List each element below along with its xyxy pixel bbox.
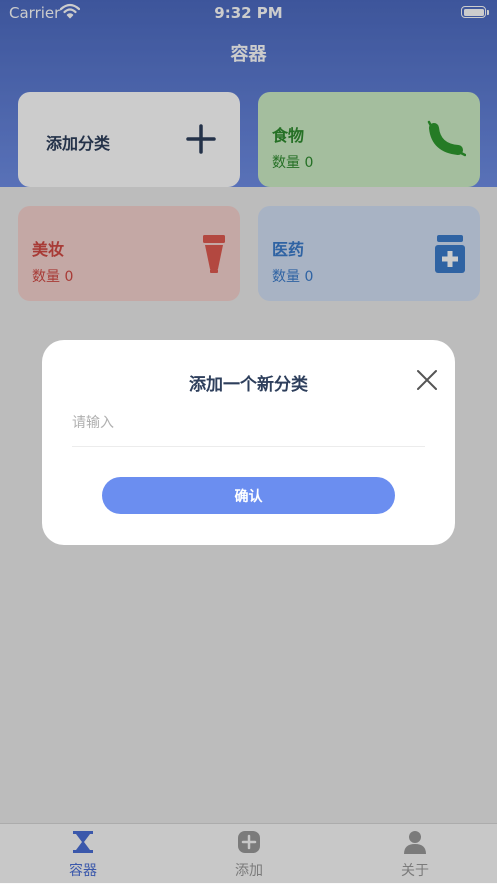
dialog-title: 添加一个新分类 <box>189 375 308 395</box>
category-name-input[interactable] <box>72 400 425 447</box>
confirm-button[interactable]: 确认 <box>102 477 395 514</box>
close-icon[interactable] <box>416 369 438 391</box>
add-category-dialog: 添加一个新分类 确认 <box>42 340 455 545</box>
